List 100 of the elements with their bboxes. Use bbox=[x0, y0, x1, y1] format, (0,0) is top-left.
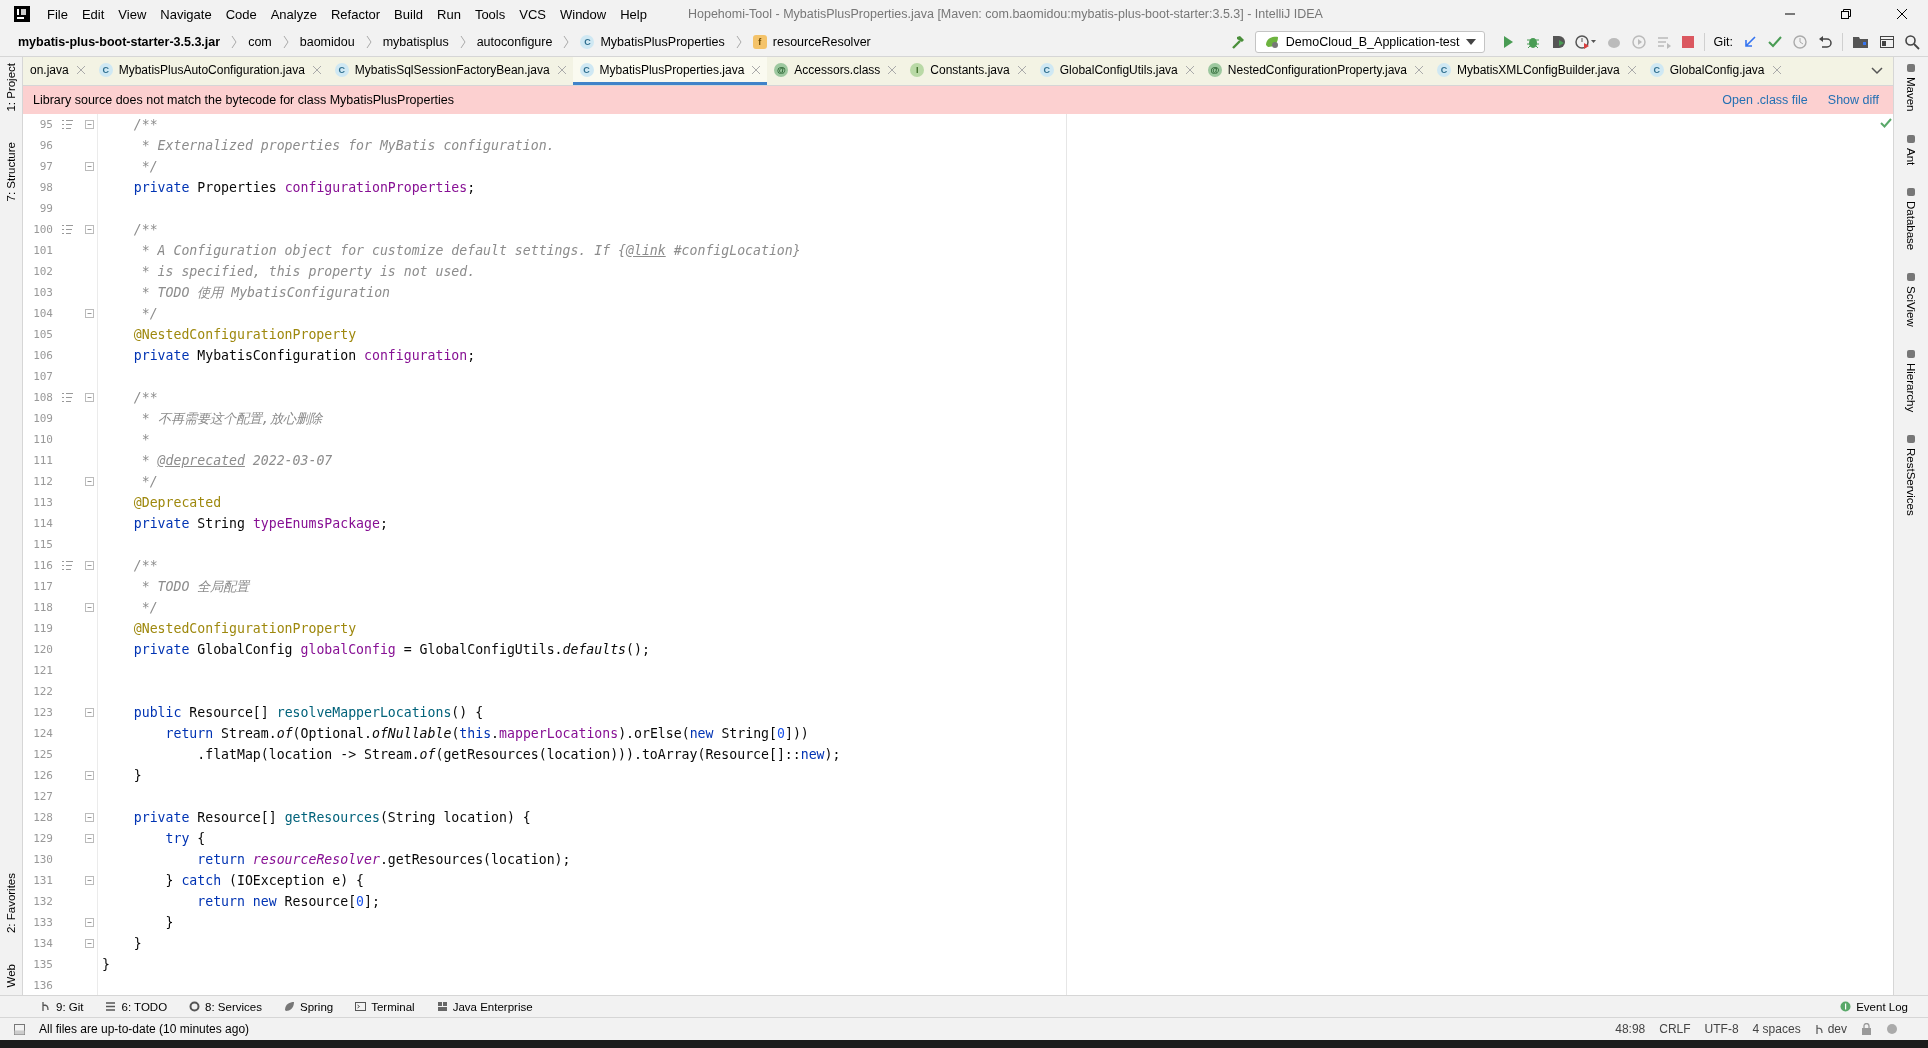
render-doc-icon[interactable] bbox=[61, 561, 73, 570]
menu-item[interactable]: Window bbox=[552, 6, 614, 22]
tool-window-button[interactable]: Terminal bbox=[355, 1000, 415, 1013]
window-layout-icon[interactable] bbox=[1879, 34, 1895, 50]
breadcrumb-item[interactable]: C MybatisPlusProperties bbox=[580, 35, 725, 49]
profiler-icon[interactable] bbox=[1574, 34, 1597, 50]
banner-link[interactable]: Show diff bbox=[1827, 93, 1879, 107]
tool-window-tab[interactable]: Hierarchy bbox=[1905, 348, 1917, 412]
commit-check-icon[interactable] bbox=[1767, 34, 1783, 50]
close-tab-icon[interactable] bbox=[1772, 65, 1781, 74]
fold-marker-icon[interactable] bbox=[84, 162, 94, 171]
fold-marker-icon[interactable] bbox=[84, 120, 94, 129]
fold-marker-icon[interactable] bbox=[84, 561, 94, 570]
editor-tab[interactable]: @ Accessors.class bbox=[767, 57, 904, 85]
menu-item[interactable]: Navigate bbox=[153, 6, 219, 22]
fold-marker-icon[interactable] bbox=[84, 939, 94, 948]
menu-item[interactable]: Edit bbox=[74, 6, 112, 22]
fold-marker-icon[interactable] bbox=[84, 477, 94, 486]
tool-window-button[interactable]: Java Enterprise bbox=[436, 1000, 533, 1013]
render-doc-icon[interactable] bbox=[61, 393, 73, 402]
fold-marker-icon[interactable] bbox=[84, 309, 94, 318]
breadcrumb-item[interactable]: com bbox=[248, 35, 272, 49]
rerun-icon[interactable] bbox=[1630, 34, 1647, 50]
close-tab-icon[interactable] bbox=[76, 65, 85, 74]
menu-item[interactable]: Tools bbox=[467, 6, 513, 22]
stop-icon[interactable] bbox=[1680, 35, 1695, 49]
inspector-icon[interactable] bbox=[1886, 1023, 1898, 1035]
close-tab-icon[interactable] bbox=[557, 65, 566, 74]
menu-item[interactable]: Build bbox=[387, 6, 430, 22]
caret-position[interactable]: 48:98 bbox=[1615, 1022, 1646, 1036]
editor-tab[interactable]: C GlobalConfig.java bbox=[1642, 57, 1788, 85]
tab-list-caret-icon[interactable] bbox=[1871, 67, 1883, 75]
restore-icon[interactable] bbox=[1840, 8, 1852, 20]
breadcrumb-item[interactable]: mybatis-plus-boot-starter-3.5.3.jar bbox=[18, 35, 221, 49]
close-tab-icon[interactable] bbox=[312, 65, 321, 74]
fold-marker-icon[interactable] bbox=[84, 708, 94, 717]
breadcrumb-item[interactable]: f resourceResolver bbox=[752, 35, 871, 49]
fold-marker-icon[interactable] bbox=[84, 813, 94, 822]
editor-tab[interactable]: on.java bbox=[23, 57, 92, 85]
close-tab-icon[interactable] bbox=[1415, 65, 1423, 74]
close-tab-icon[interactable] bbox=[1017, 65, 1026, 74]
editor-tab[interactable]: I Constants.java bbox=[903, 57, 1033, 85]
file-encoding[interactable]: UTF-8 bbox=[1704, 1022, 1739, 1036]
menu-item[interactable]: View bbox=[111, 6, 154, 22]
close-tab-icon[interactable] bbox=[1627, 65, 1636, 74]
editor-tab[interactable]: C MybatisPlusAutoConfiguration.java bbox=[91, 57, 328, 85]
editor-tab[interactable]: C MybatisXMLConfigBuilder.java bbox=[1430, 57, 1643, 85]
tool-window-button[interactable]: Spring bbox=[283, 1000, 334, 1013]
search-icon[interactable] bbox=[1904, 34, 1920, 50]
tool-window-button[interactable]: 6: TODO bbox=[105, 1000, 168, 1013]
git-branch[interactable]: dev bbox=[1814, 1022, 1847, 1036]
menu-item[interactable]: Code bbox=[218, 6, 264, 22]
tool-window-tab[interactable]: 2: Favorites bbox=[5, 873, 17, 934]
undo-icon[interactable] bbox=[1817, 34, 1833, 50]
line-separator[interactable]: CRLF bbox=[1659, 1022, 1691, 1036]
event-log-button[interactable]: Event Log bbox=[1840, 1000, 1908, 1013]
tool-window-tab[interactable]: 7: Structure bbox=[5, 141, 17, 202]
tool-window-tab[interactable]: SciView bbox=[1905, 272, 1917, 327]
close-tab-icon[interactable] bbox=[752, 65, 761, 74]
lock-icon[interactable] bbox=[1861, 1023, 1872, 1035]
tool-window-tab[interactable]: RestServices bbox=[1905, 433, 1917, 516]
tool-window-button[interactable]: 9: Git bbox=[40, 1000, 84, 1013]
fold-marker-icon[interactable] bbox=[84, 393, 94, 402]
project-structure-icon[interactable] bbox=[1852, 34, 1870, 50]
close-tab-icon[interactable] bbox=[888, 65, 897, 74]
menu-item[interactable]: Run bbox=[430, 6, 468, 22]
fold-marker-icon[interactable] bbox=[84, 771, 94, 780]
tool-window-tab[interactable]: Web bbox=[5, 963, 17, 987]
tool-window-button[interactable]: 8: Services bbox=[189, 1000, 262, 1013]
editor-tab[interactable]: C MybatisPlusProperties.java bbox=[572, 57, 768, 85]
fold-marker-icon[interactable] bbox=[84, 603, 94, 612]
close-tab-icon[interactable] bbox=[1185, 65, 1194, 74]
close-icon[interactable] bbox=[1896, 8, 1908, 20]
tool-window-tab[interactable]: Maven bbox=[1905, 63, 1917, 112]
tool-window-tab[interactable]: Ant bbox=[1905, 133, 1917, 165]
run-configuration-dropdown[interactable]: DemoCloud_B_Application-test bbox=[1254, 31, 1485, 53]
render-doc-icon[interactable] bbox=[61, 120, 73, 129]
editor-tab[interactable]: C MybatisSqlSessionFactoryBean.java bbox=[327, 57, 573, 85]
menu-item[interactable]: VCS bbox=[512, 6, 553, 22]
fold-marker-icon[interactable] bbox=[84, 918, 94, 927]
tool-window-tab[interactable]: Database bbox=[1905, 186, 1917, 251]
breadcrumb-item[interactable]: baomidou bbox=[299, 35, 355, 49]
panel-toggle-icon[interactable] bbox=[14, 1023, 25, 1035]
fold-marker-icon[interactable] bbox=[84, 876, 94, 885]
indent-setting[interactable]: 4 spaces bbox=[1752, 1022, 1801, 1036]
menu-item[interactable]: File bbox=[40, 6, 75, 22]
menu-item[interactable]: Analyze bbox=[263, 6, 324, 22]
banner-link[interactable]: Open .class file bbox=[1722, 93, 1808, 107]
tool-window-tab[interactable]: 1: Project bbox=[5, 63, 17, 112]
breadcrumb-item[interactable]: autoconfigure bbox=[476, 35, 553, 49]
render-doc-icon[interactable] bbox=[61, 225, 73, 234]
fold-marker-icon[interactable] bbox=[84, 834, 94, 843]
step-icon[interactable] bbox=[1655, 34, 1672, 50]
breadcrumb-item[interactable]: mybatisplus bbox=[382, 35, 449, 49]
fold-marker-icon[interactable] bbox=[84, 225, 94, 234]
editor-tab[interactable]: @ NestedConfigurationProperty.java bbox=[1200, 57, 1430, 85]
history-icon[interactable] bbox=[1792, 34, 1808, 50]
update-arrow-icon[interactable] bbox=[1742, 34, 1758, 50]
menu-item[interactable]: Help bbox=[613, 6, 654, 22]
editor-tab[interactable]: C GlobalConfigUtils.java bbox=[1032, 57, 1201, 85]
